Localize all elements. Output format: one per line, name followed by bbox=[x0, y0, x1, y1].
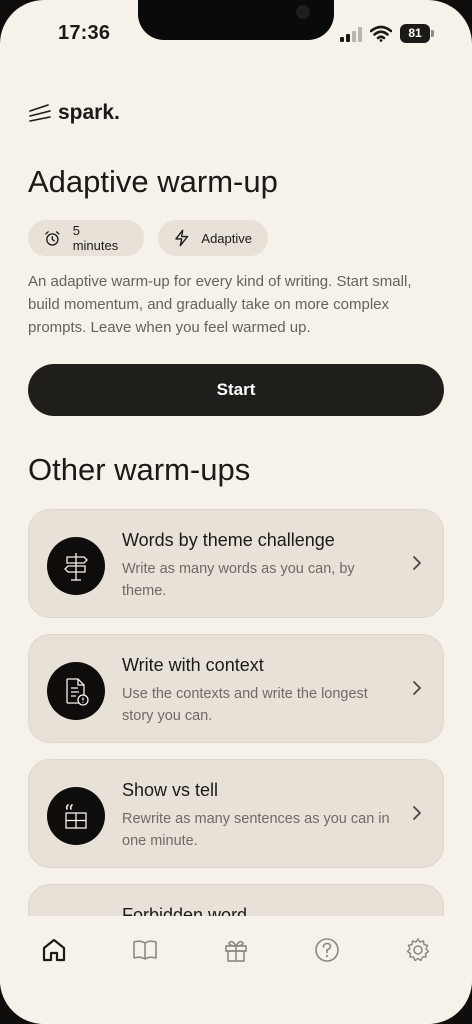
card-subtitle: Use the contexts and write the longest s… bbox=[122, 686, 368, 724]
card-thumbnail bbox=[47, 662, 105, 720]
card-title: Words by theme challenge bbox=[122, 530, 335, 550]
notch bbox=[138, 0, 334, 40]
warmup-card-show-vs-tell[interactable]: Show vs tell Rewrite as many sentences a… bbox=[28, 759, 444, 868]
alarm-clock-icon bbox=[45, 230, 60, 246]
card-thumbnail bbox=[47, 537, 105, 595]
app-screen: 17:36 81 spark. Adaptive warm-up 5 minut… bbox=[0, 0, 472, 1024]
warmup-card-write-with-context[interactable]: Write with context Use the contexts and … bbox=[28, 634, 444, 743]
signpost-icon bbox=[64, 553, 88, 581]
battery-icon: 81 bbox=[400, 24, 434, 43]
chevron-right-icon bbox=[413, 681, 421, 695]
home-icon[interactable] bbox=[40, 936, 68, 964]
signal-icon bbox=[340, 27, 362, 42]
chevron-right-icon bbox=[413, 556, 421, 570]
book-icon[interactable] bbox=[131, 936, 159, 964]
warmups-list[interactable]: Words by theme challenge Write as many w… bbox=[0, 500, 472, 916]
card-title: Show vs tell bbox=[122, 780, 219, 800]
page-title: Adaptive warm-up bbox=[28, 164, 278, 199]
logo-text: spark. bbox=[58, 101, 120, 124]
settings-icon[interactable] bbox=[404, 936, 432, 964]
warmup-card-forbidden-word[interactable]: Forbidden word bbox=[28, 884, 444, 916]
status-bar: 17:36 81 bbox=[0, 0, 472, 64]
card-title: Forbidden word bbox=[122, 905, 248, 916]
app-logo: spark. bbox=[28, 100, 120, 126]
camera-icon bbox=[296, 5, 310, 19]
quote-frame-icon bbox=[65, 804, 87, 829]
tab-bar bbox=[0, 916, 472, 1024]
section-title: Other warm-ups bbox=[28, 452, 251, 487]
wifi-icon bbox=[370, 25, 392, 42]
document-alert-icon bbox=[66, 678, 89, 706]
lightning-icon bbox=[175, 229, 189, 247]
card-title: Write with context bbox=[122, 655, 264, 675]
mode-chip: Adaptive bbox=[158, 220, 268, 256]
chevron-right-icon bbox=[413, 806, 421, 820]
gift-icon[interactable] bbox=[222, 936, 250, 964]
start-button[interactable]: Start bbox=[28, 364, 444, 416]
card-thumbnail bbox=[47, 787, 105, 845]
warmup-description: An adaptive warm-up for every kind of wr… bbox=[28, 273, 412, 336]
warmup-card-words-by-theme[interactable]: Words by theme challenge Write as many w… bbox=[28, 509, 444, 618]
spark-lines-icon bbox=[29, 104, 51, 122]
mode-chip-label: Adaptive bbox=[201, 230, 252, 246]
card-subtitle: Rewrite as many sentences as you can in … bbox=[122, 811, 390, 849]
battery-tip bbox=[431, 30, 434, 37]
status-time: 17:36 bbox=[58, 22, 111, 44]
battery-level: 81 bbox=[400, 24, 430, 43]
duration-chip-label: 5 minutes bbox=[72, 223, 119, 253]
duration-chip: 5 minutes bbox=[28, 220, 144, 256]
card-subtitle: Write as many words as you can, by theme… bbox=[122, 561, 355, 599]
help-icon[interactable] bbox=[313, 936, 341, 964]
